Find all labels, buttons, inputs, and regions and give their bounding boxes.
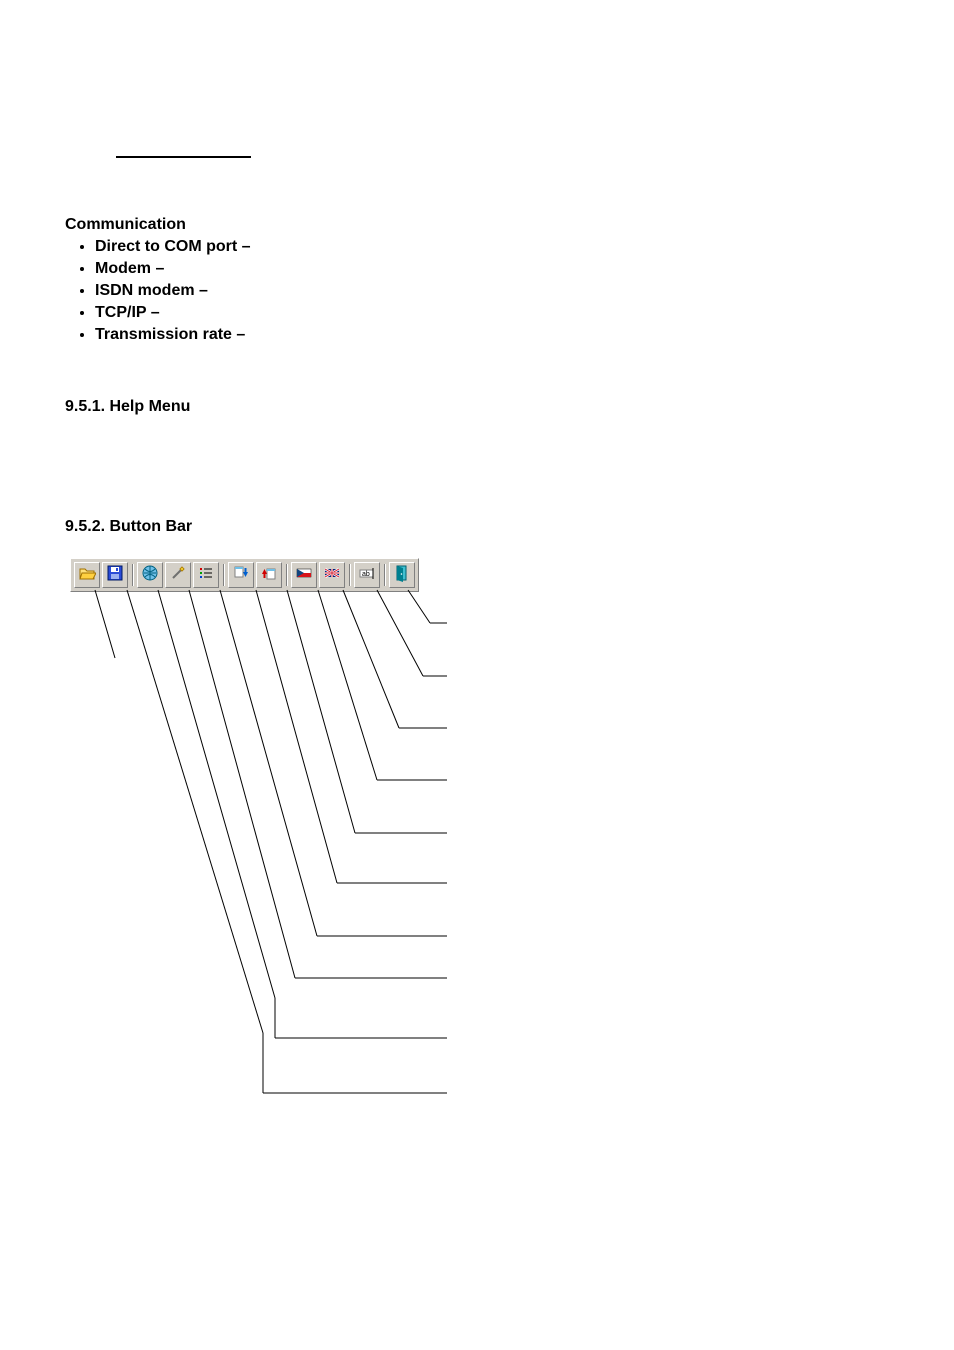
open-button[interactable] [74, 562, 100, 588]
globe-icon [141, 564, 159, 586]
upload-button[interactable] [256, 562, 282, 588]
heading-button-bar: 9.5.2. Button Bar [65, 518, 192, 536]
list-item: TCP/IP – [95, 304, 251, 322]
document-page: Communication Direct to COM port – Modem… [0, 0, 954, 1350]
wizard-button[interactable] [165, 562, 191, 588]
language-english-button[interactable] [319, 562, 345, 588]
list-item: Direct to COM port – [95, 238, 251, 256]
language-czech-button[interactable] [291, 562, 317, 588]
communication-list: Direct to COM port – Modem – ISDN modem … [65, 238, 251, 344]
toolbar-separator [284, 562, 289, 588]
wand-icon [169, 564, 187, 586]
communication-heading: Communication [65, 216, 251, 234]
list-icon [197, 564, 215, 586]
toolbar-separator [382, 562, 387, 588]
rename-button[interactable]: ab [354, 562, 380, 588]
toolbar-separator [130, 562, 135, 588]
network-button[interactable] [137, 562, 163, 588]
download-icon [232, 564, 250, 586]
list-button[interactable] [193, 562, 219, 588]
exit-button[interactable] [389, 562, 415, 588]
upload-icon [260, 564, 278, 586]
callout-diagram [65, 558, 465, 1118]
svg-text:ab: ab [362, 571, 370, 578]
open-folder-icon [78, 564, 96, 586]
toolbar-separator [221, 562, 226, 588]
rename-icon: ab [358, 564, 376, 586]
download-button[interactable] [228, 562, 254, 588]
list-item: ISDN modem – [95, 282, 251, 300]
button-bar-toolbar: ab [70, 558, 419, 592]
save-button[interactable] [102, 562, 128, 588]
list-item: Modem – [95, 260, 251, 278]
flag-uk-icon [323, 564, 341, 586]
short-rule [116, 156, 251, 158]
save-disk-icon [106, 564, 124, 586]
exit-door-icon [393, 564, 411, 586]
communication-block: Communication Direct to COM port – Modem… [65, 216, 251, 348]
heading-help-menu: 9.5.1. Help Menu [65, 398, 190, 416]
toolbar-separator [347, 562, 352, 588]
list-item: Transmission rate – [95, 326, 251, 344]
flag-czech-icon [295, 564, 313, 586]
